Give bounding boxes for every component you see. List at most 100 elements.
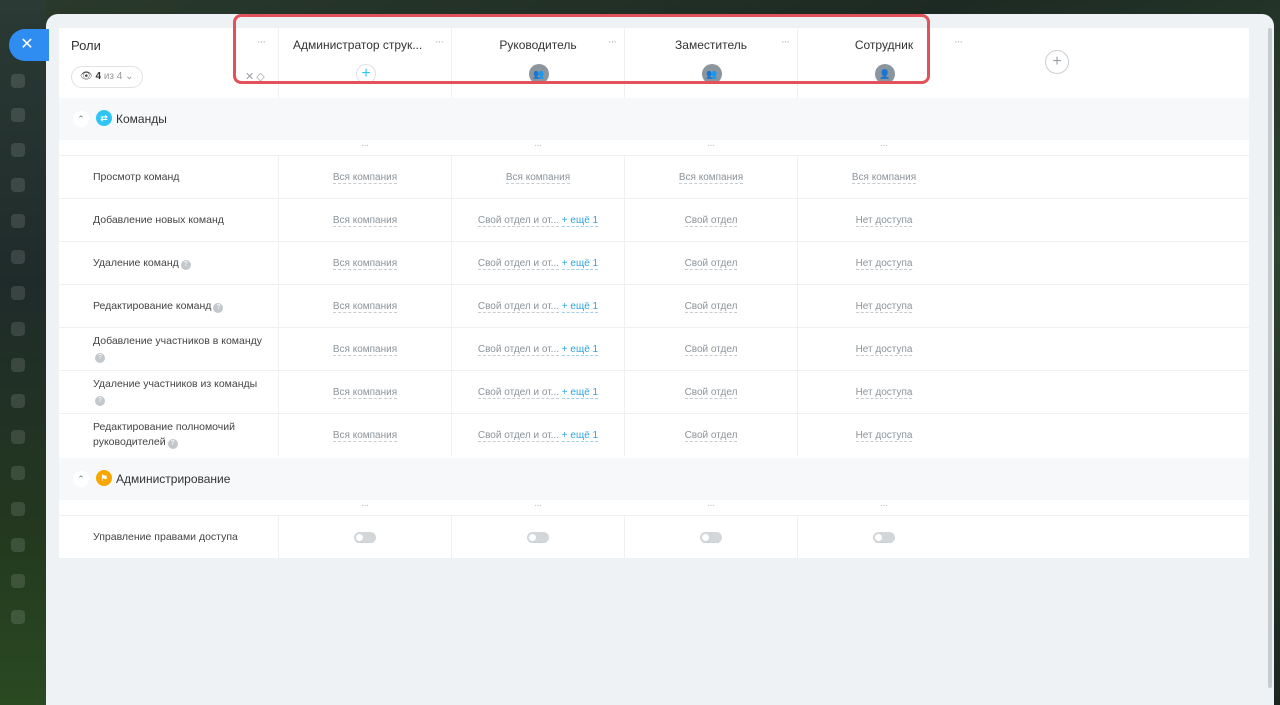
permission-cell[interactable]: Вся компания bbox=[624, 156, 797, 198]
permission-cell[interactable]: Вся компания bbox=[797, 156, 970, 198]
permission-cell[interactable]: Свой отдел bbox=[624, 285, 797, 327]
more-values-link[interactable]: + ещё 1 bbox=[561, 258, 599, 270]
permission-cell[interactable] bbox=[624, 516, 797, 558]
add-role-button[interactable]: + bbox=[1045, 50, 1069, 74]
permission-cell[interactable]: Нет доступа bbox=[797, 414, 970, 456]
more-values-link[interactable]: + ещё 1 bbox=[561, 430, 599, 442]
permission-value[interactable]: Вся компания bbox=[332, 344, 398, 356]
permission-cell[interactable]: Нет доступа bbox=[797, 371, 970, 413]
app-icon[interactable] bbox=[11, 574, 25, 588]
permission-toggle[interactable] bbox=[873, 531, 895, 543]
permission-cell[interactable]: Свой отдел и от... + ещё 1 bbox=[451, 199, 624, 241]
permission-cell[interactable]: Вся компания bbox=[278, 371, 451, 413]
chevron-up-icon[interactable]: ⌃ bbox=[73, 111, 89, 127]
permission-value[interactable]: Свой отдел bbox=[684, 258, 738, 270]
app-icon[interactable] bbox=[11, 610, 25, 624]
app-icon[interactable] bbox=[11, 74, 25, 88]
scrollbar[interactable] bbox=[1268, 28, 1272, 688]
permission-value[interactable]: Свой отдел и от... bbox=[477, 430, 560, 442]
permission-value[interactable]: Нет доступа bbox=[855, 301, 913, 313]
permission-cell[interactable]: Вся компания bbox=[278, 199, 451, 241]
more-icon[interactable]: ··· bbox=[624, 500, 797, 511]
close-button[interactable]: ✕ bbox=[9, 29, 49, 61]
permission-value[interactable]: Свой отдел bbox=[684, 430, 738, 442]
permission-cell[interactable]: Нет доступа bbox=[797, 328, 970, 370]
permission-value[interactable]: Вся компания bbox=[332, 172, 398, 184]
more-icon[interactable]: ··· bbox=[954, 36, 963, 48]
more-icon[interactable]: ··· bbox=[797, 500, 970, 511]
permission-value[interactable]: Вся компания bbox=[505, 172, 571, 184]
permission-value[interactable]: Свой отдел и от... bbox=[477, 387, 560, 399]
permission-cell[interactable]: Вся компания bbox=[278, 285, 451, 327]
more-icon[interactable]: ··· bbox=[278, 140, 451, 151]
permission-cell[interactable]: Свой отдел и от... + ещё 1 bbox=[451, 328, 624, 370]
permission-toggle[interactable] bbox=[354, 531, 376, 543]
permission-cell[interactable] bbox=[278, 516, 451, 558]
permission-value[interactable]: Нет доступа bbox=[855, 258, 913, 270]
permission-value[interactable]: Вся компания bbox=[332, 215, 398, 227]
permission-value[interactable]: Нет доступа bbox=[855, 344, 913, 356]
permission-toggle[interactable] bbox=[527, 531, 549, 543]
app-icon[interactable] bbox=[11, 466, 25, 480]
permission-value[interactable]: Нет доступа bbox=[855, 215, 913, 227]
help-icon[interactable]: ? bbox=[95, 353, 105, 363]
permission-value[interactable]: Свой отдел bbox=[684, 344, 738, 356]
section-header[interactable]: ⌃ ⇄ Команды bbox=[59, 98, 1249, 140]
permission-cell[interactable] bbox=[797, 516, 970, 558]
more-values-link[interactable]: + ещё 1 bbox=[561, 387, 599, 399]
permission-value[interactable]: Вся компания bbox=[332, 301, 398, 313]
permission-cell[interactable]: Нет доступа bbox=[797, 199, 970, 241]
permission-value[interactable]: Нет доступа bbox=[855, 430, 913, 442]
permission-cell[interactable]: Свой отдел bbox=[624, 414, 797, 456]
help-icon[interactable]: ? bbox=[180, 260, 191, 270]
app-icon[interactable] bbox=[11, 502, 25, 516]
app-icon[interactable] bbox=[11, 178, 25, 192]
permission-cell[interactable]: Свой отдел и от... + ещё 1 bbox=[451, 285, 624, 327]
more-icon[interactable]: ··· bbox=[451, 140, 624, 151]
more-icon[interactable]: ··· bbox=[451, 500, 624, 511]
more-values-link[interactable]: + ещё 1 bbox=[561, 215, 599, 227]
permission-cell[interactable]: Свой отдел bbox=[624, 242, 797, 284]
permission-cell[interactable]: Свой отдел bbox=[624, 328, 797, 370]
help-icon[interactable]: ? bbox=[167, 439, 178, 449]
permission-value[interactable]: Вся компания bbox=[851, 172, 917, 184]
permission-value[interactable]: Свой отдел и от... bbox=[477, 215, 560, 227]
permission-value[interactable]: Свой отдел bbox=[684, 301, 738, 313]
app-icon[interactable] bbox=[11, 143, 25, 157]
permission-value[interactable]: Нет доступа bbox=[855, 387, 913, 399]
permission-value[interactable]: Свой отдел и от... bbox=[477, 344, 560, 356]
permission-value[interactable]: Вся компания bbox=[332, 387, 398, 399]
permission-toggle[interactable] bbox=[700, 531, 722, 543]
permission-value[interactable]: Вся компания bbox=[332, 258, 398, 270]
chevron-up-icon[interactable]: ⌃ bbox=[73, 471, 89, 487]
permission-cell[interactable]: Свой отдел и от... + ещё 1 bbox=[451, 414, 624, 456]
more-icon[interactable]: ··· bbox=[624, 140, 797, 151]
permission-cell[interactable]: Вся компания bbox=[278, 414, 451, 456]
permission-cell[interactable]: Свой отдел bbox=[624, 199, 797, 241]
permission-cell[interactable]: Вся компания bbox=[278, 156, 451, 198]
permission-cell[interactable]: Свой отдел и от... + ещё 1 bbox=[451, 242, 624, 284]
permission-value[interactable]: Вся компания bbox=[678, 172, 744, 184]
permission-value[interactable]: Свой отдел и от... bbox=[477, 301, 560, 313]
permission-value[interactable]: Свой отдел bbox=[684, 215, 738, 227]
app-icon[interactable] bbox=[11, 538, 25, 552]
permission-cell[interactable] bbox=[451, 516, 624, 558]
more-values-link[interactable]: + ещё 1 bbox=[561, 344, 599, 356]
permission-cell[interactable]: Свой отдел bbox=[624, 371, 797, 413]
app-icon[interactable] bbox=[11, 214, 25, 228]
permission-cell[interactable]: Вся компания bbox=[451, 156, 624, 198]
app-icon[interactable] bbox=[11, 358, 25, 372]
more-values-link[interactable]: + ещё 1 bbox=[561, 301, 599, 313]
app-icon[interactable] bbox=[11, 430, 25, 444]
app-icon[interactable] bbox=[11, 286, 25, 300]
permission-value[interactable]: Вся компания bbox=[332, 430, 398, 442]
permission-value[interactable]: Свой отдел bbox=[684, 387, 738, 399]
more-icon[interactable]: ··· bbox=[797, 140, 970, 151]
app-icon[interactable] bbox=[11, 108, 25, 122]
app-icon[interactable] bbox=[11, 394, 25, 408]
permission-cell[interactable]: Нет доступа bbox=[797, 285, 970, 327]
permission-cell[interactable]: Вся компания bbox=[278, 328, 451, 370]
help-icon[interactable]: ? bbox=[95, 396, 105, 406]
permission-cell[interactable]: Свой отдел и от... + ещё 1 bbox=[451, 371, 624, 413]
app-icon[interactable] bbox=[11, 322, 25, 336]
